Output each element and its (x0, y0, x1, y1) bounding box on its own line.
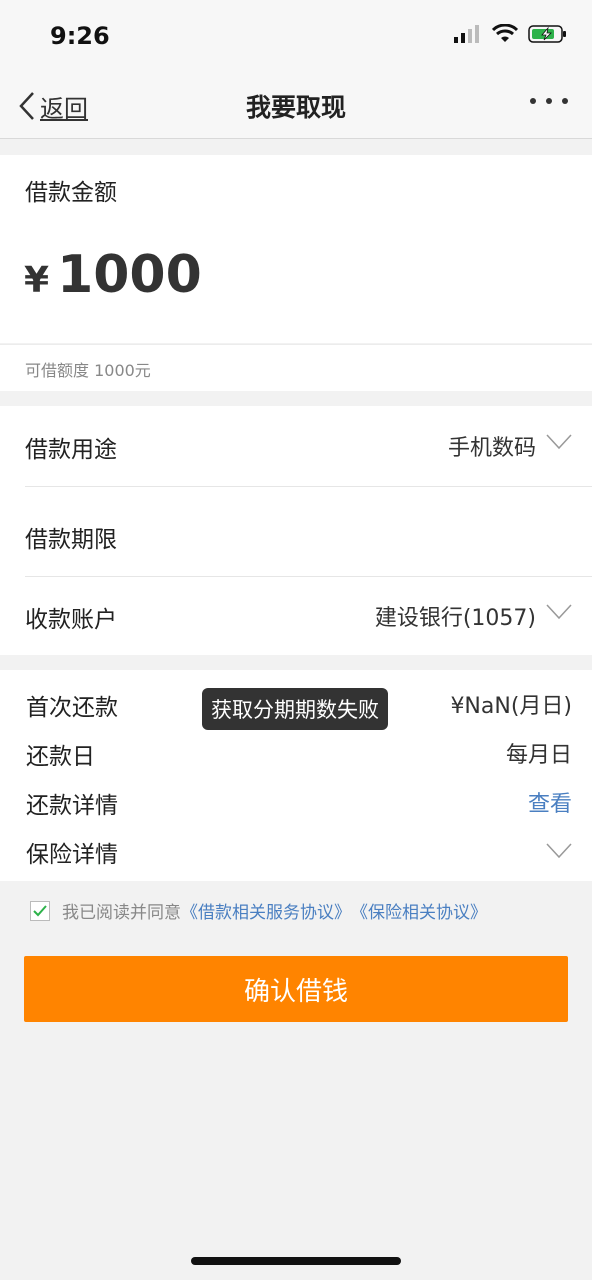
chevron-down-icon[interactable] (546, 604, 572, 620)
home-indicator (191, 1257, 401, 1265)
wifi-icon (492, 24, 518, 42)
term-label: 借款期限 (25, 527, 117, 553)
check-icon (33, 904, 47, 916)
limit-text: 可借额度 1000元 (25, 361, 151, 380)
amount-card: 借款金额 ¥ 1000 (0, 155, 592, 343)
repay-day-row: 还款日 每月日 (0, 731, 592, 775)
loan-form-card: 借款用途 手机数码 借款期限 收款账户 建设银行(1057) (0, 406, 592, 655)
purpose-label: 借款用途 (25, 437, 117, 463)
amount-label: 借款金额 (25, 180, 117, 206)
account-label: 收款账户 (25, 607, 117, 633)
status-bar: 9:26 (0, 0, 592, 72)
loan-agreement-link[interactable]: 《借款相关服务协议》 (181, 898, 351, 923)
repay-day-value: 每月日 (505, 743, 572, 768)
nav-bar: 返回 我要取现 (0, 72, 592, 139)
chevron-down-icon[interactable] (546, 434, 572, 450)
agree-checkbox[interactable] (30, 900, 50, 921)
confirm-loan-button[interactable]: 确认借钱 (24, 956, 568, 1022)
first-repay-label: 首次还款 (26, 695, 118, 721)
account-value[interactable]: 建设银行(1057) (375, 600, 536, 632)
agree-prefix: 我已阅读并同意 (62, 903, 181, 923)
agreement-row: 我已阅读并同意 《借款相关服务协议》 《保险相关协议》 (30, 898, 487, 923)
first-repay-value: ¥NaN(月日) (450, 694, 572, 719)
insurance-row[interactable]: 保险详情 (0, 829, 592, 873)
more-icon[interactable] (530, 98, 568, 104)
repay-detail-label: 还款详情 (26, 793, 118, 819)
account-row[interactable]: 收款账户 建设银行(1057) (0, 576, 592, 656)
signal-icon (454, 25, 479, 43)
insurance-agreement-link[interactable]: 《保险相关协议》 (351, 898, 487, 923)
amount-value[interactable]: 1000 (57, 245, 202, 305)
status-time: 9:26 (50, 22, 110, 50)
repay-detail-row: 还款详情 查看 (0, 780, 592, 824)
purpose-value[interactable]: 手机数码 (448, 430, 536, 462)
status-icons (454, 24, 568, 44)
battery-icon (528, 25, 566, 43)
repay-day-label: 还款日 (26, 744, 95, 770)
insurance-label: 保险详情 (26, 842, 118, 868)
term-row[interactable]: 借款期限 (0, 496, 592, 576)
error-toast: 获取分期期数失败 (202, 688, 388, 730)
divider (25, 486, 592, 487)
chevron-down-icon[interactable] (546, 843, 572, 859)
limit-row: 可借额度 1000元 (0, 344, 592, 391)
amount-field[interactable]: ¥ 1000 (24, 245, 202, 305)
view-detail-link[interactable]: 查看 (528, 786, 572, 818)
purpose-row[interactable]: 借款用途 手机数码 (0, 406, 592, 486)
currency-symbol: ¥ (24, 260, 50, 301)
page-title: 我要取现 (245, 93, 346, 122)
